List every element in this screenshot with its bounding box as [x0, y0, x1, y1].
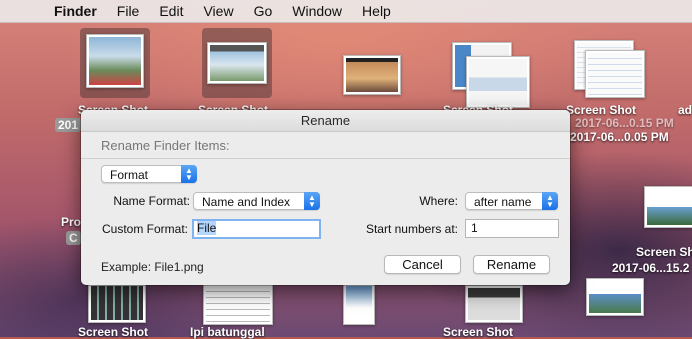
where-popup[interactable]: after name ▲ ▼ [465, 192, 558, 210]
menu-view[interactable]: View [193, 0, 243, 22]
desktop-file-thumbnail[interactable] [465, 285, 523, 323]
menu-window[interactable]: Window [282, 0, 352, 22]
file-label[interactable]: ad [678, 103, 692, 117]
desktop-file-thumbnail[interactable] [86, 34, 144, 88]
menu-finder[interactable]: Finder [44, 0, 107, 22]
example-text: Example: File1.png [101, 260, 204, 274]
divider [81, 158, 570, 159]
desktop-file-thumbnail[interactable] [203, 283, 273, 325]
name-format-value: Name and Index [202, 195, 291, 209]
custom-format-value: File [197, 221, 217, 235]
desktop-file-thumbnail[interactable] [466, 56, 530, 108]
popup-arrows-icon: ▲ ▼ [542, 192, 558, 210]
rename-dialog: Rename Rename Finder Items: Format ▲ ▼ Na… [81, 110, 570, 285]
custom-format-field[interactable]: File [192, 219, 321, 239]
menu-bar: Finder File Edit View Go Window Help [0, 0, 692, 23]
file-label[interactable]: 201 [55, 118, 82, 132]
desktop-file-thumbnail[interactable] [343, 283, 375, 325]
menu-help[interactable]: Help [352, 0, 401, 22]
name-format-popup[interactable]: Name and Index ▲ ▼ [193, 192, 320, 210]
name-format-label: Name Format: [113, 194, 190, 208]
menu-file[interactable]: File [107, 0, 150, 22]
desktop-file-thumbnail[interactable] [343, 55, 401, 95]
start-numbers-label: Start numbers at: [365, 222, 458, 236]
popup-arrows-icon: ▲ ▼ [304, 192, 320, 210]
menu-go[interactable]: Go [244, 0, 283, 22]
where-label: Where: [419, 194, 458, 208]
desktop-file-thumbnail[interactable] [586, 278, 644, 316]
rename-mode-popup[interactable]: Format ▲ ▼ [101, 165, 197, 183]
file-label[interactable]: C [66, 231, 81, 245]
rename-button[interactable]: Rename [473, 255, 550, 274]
file-label[interactable]: 2017-06...15.2 [612, 261, 689, 275]
custom-format-label: Custom Format: [101, 222, 188, 236]
file-label: 2017-06...0.15 PM [575, 116, 674, 130]
desktop-file-thumbnail[interactable] [88, 283, 146, 323]
popup-arrows-icon: ▲ ▼ [181, 165, 197, 183]
where-value: after name [474, 195, 532, 209]
menu-edit[interactable]: Edit [149, 0, 193, 22]
rename-mode-value: Format [110, 168, 149, 182]
file-label[interactable]: 2017-06...0.05 PM [570, 130, 669, 144]
cancel-button[interactable]: Cancel [384, 255, 461, 274]
start-numbers-field[interactable]: 1 [465, 219, 559, 238]
file-label[interactable]: Screen Shot [636, 245, 692, 259]
desktop-file-thumbnail[interactable] [207, 42, 267, 84]
desktop-file-thumbnail[interactable] [585, 50, 645, 98]
desktop-file-thumbnail[interactable] [644, 186, 692, 228]
dialog-title: Rename [81, 110, 570, 132]
file-label[interactable]: Screen Shot [566, 103, 636, 117]
file-label[interactable]: Pro [61, 215, 81, 229]
dialog-subtitle: Rename Finder Items: [101, 138, 230, 153]
